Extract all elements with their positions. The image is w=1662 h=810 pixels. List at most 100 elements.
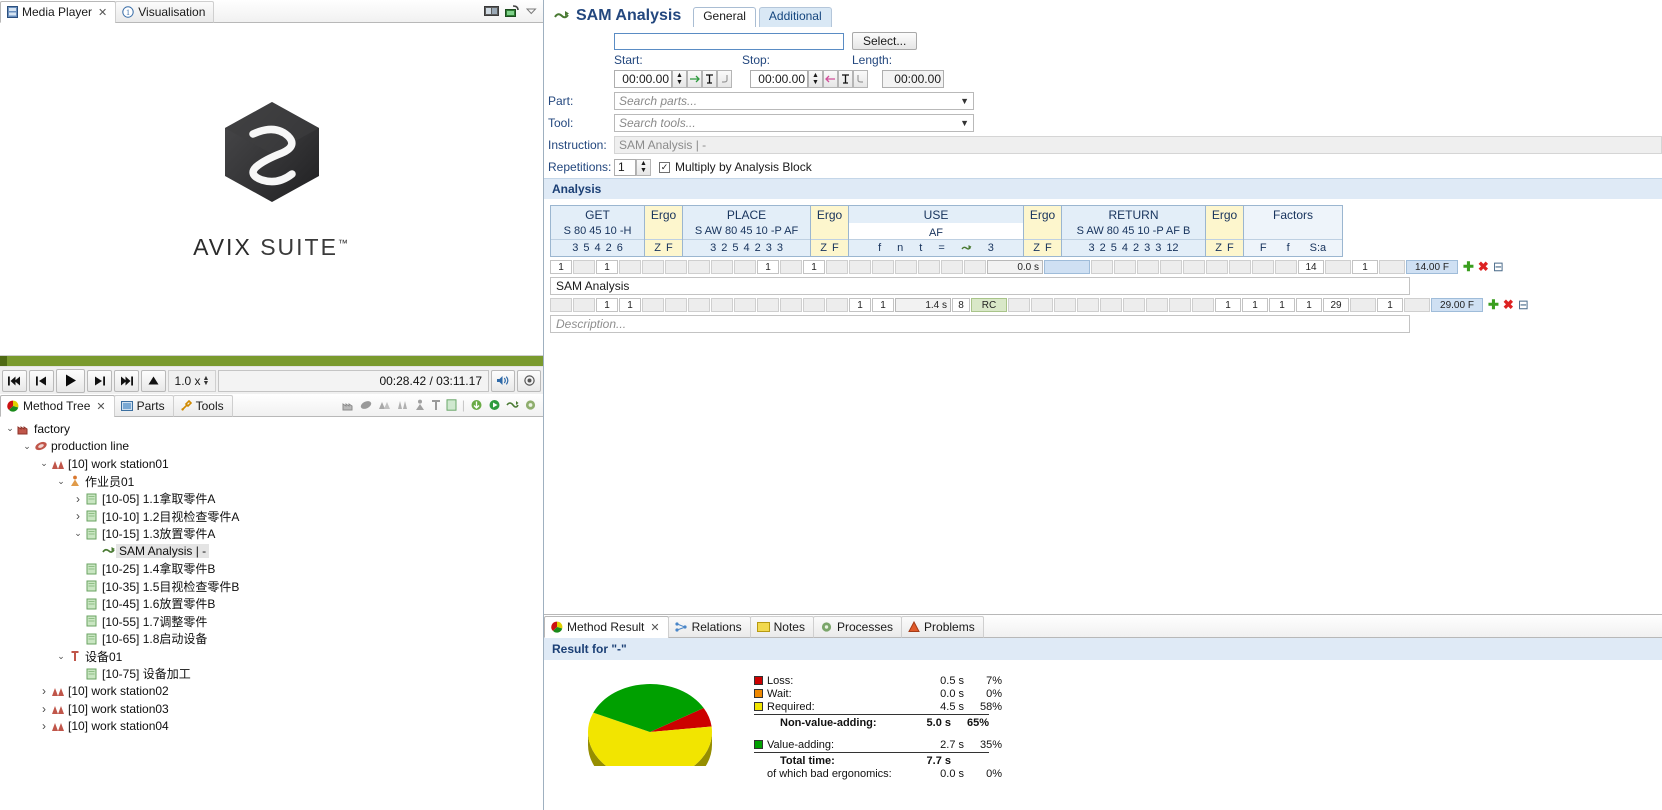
repetitions-spinner-icon[interactable]: ▲▼ xyxy=(636,159,651,176)
view-menu-icon[interactable] xyxy=(526,7,537,15)
skip-to-end-icon[interactable] xyxy=(114,370,139,392)
new-operator-icon[interactable] xyxy=(396,399,409,411)
grid-cell[interactable]: 29 xyxy=(1323,298,1349,312)
close-icon[interactable]: ✕ xyxy=(98,6,107,19)
grid-cell[interactable] xyxy=(711,298,733,312)
analysis-icon[interactable] xyxy=(506,399,519,411)
grid-cell[interactable] xyxy=(1404,298,1430,312)
tree-item[interactable]: ›[10] work station04 xyxy=(0,718,543,736)
timeline-scrub-bar[interactable] xyxy=(0,355,543,366)
multiply-checkbox[interactable]: ✓ xyxy=(659,162,670,173)
step-up-icon[interactable] xyxy=(141,370,166,392)
grid-cell[interactable]: 1 xyxy=(619,298,641,312)
add-icon[interactable]: ✚ xyxy=(1463,259,1474,275)
tab-relations[interactable]: Relations xyxy=(668,616,751,638)
new-line-icon[interactable] xyxy=(360,399,373,411)
row-description[interactable]: SAM Analysis xyxy=(550,277,1410,295)
grid-cell[interactable] xyxy=(1146,298,1168,312)
grid-cell[interactable] xyxy=(1252,260,1274,274)
grid-cell[interactable] xyxy=(642,260,664,274)
chevron-right-icon[interactable]: › xyxy=(38,719,50,733)
stop-spinner-icon[interactable]: ▲▼ xyxy=(808,70,823,88)
grid-cell[interactable] xyxy=(734,298,756,312)
grid-cell[interactable] xyxy=(619,260,641,274)
close-icon[interactable]: ✕ xyxy=(650,621,659,634)
import-icon[interactable] xyxy=(470,399,483,411)
chevron-down-icon[interactable]: ⌄ xyxy=(38,458,50,469)
grid-cell[interactable] xyxy=(780,260,802,274)
chevron-right-icon[interactable]: › xyxy=(38,702,50,716)
grid-cell[interactable] xyxy=(1160,260,1182,274)
tree-item[interactable]: SAM Analysis | - xyxy=(0,543,543,561)
tree-item[interactable]: ›[10] work station02 xyxy=(0,683,543,701)
start-set-from-video-icon[interactable] xyxy=(687,70,702,88)
new-factory-icon[interactable] xyxy=(342,399,355,411)
start-goto-icon[interactable] xyxy=(702,70,717,88)
grid-cell[interactable]: 1 xyxy=(1296,298,1322,312)
grid-cell[interactable] xyxy=(1054,298,1076,312)
chevron-right-icon[interactable]: › xyxy=(38,684,50,698)
grid-cell[interactable] xyxy=(964,260,986,274)
grid-cell[interactable]: 1 xyxy=(849,298,871,312)
select-button[interactable]: Select... xyxy=(852,32,917,50)
export-video-icon[interactable] xyxy=(505,5,520,17)
grid-cell[interactable] xyxy=(826,260,848,274)
stop-time-input[interactable]: 00:00.00 xyxy=(750,70,808,88)
grid-cell[interactable]: 1 xyxy=(872,298,894,312)
delete-icon[interactable]: ✖ xyxy=(1478,259,1489,275)
row-factor-value[interactable]: 29.00 F xyxy=(1431,298,1483,312)
collapse-icon[interactable]: ⊟ xyxy=(1493,259,1504,275)
grid-cell[interactable] xyxy=(1169,298,1191,312)
grid-cell[interactable] xyxy=(1137,260,1159,274)
grid-cell[interactable] xyxy=(688,298,710,312)
playback-speed-stepper[interactable]: 1.0 x ▲▼ xyxy=(168,370,216,392)
spinner-arrows-icon[interactable]: ▲▼ xyxy=(203,376,210,386)
chevron-down-icon[interactable]: ▼ xyxy=(960,118,969,128)
grid-cell[interactable] xyxy=(872,260,894,274)
tree-item[interactable]: ⌄production line xyxy=(0,438,543,456)
grid-cell[interactable] xyxy=(711,260,733,274)
grid-cell[interactable]: 1 xyxy=(1215,298,1241,312)
grid-cell[interactable]: 1 xyxy=(1352,260,1378,274)
stop-goto-icon[interactable] xyxy=(838,70,853,88)
tree-item[interactable]: [10-55] 1.7调整零件 xyxy=(0,613,543,631)
tree-item[interactable]: [10-75] 设备加工 xyxy=(0,665,543,683)
grid-cell[interactable]: 1 xyxy=(1377,298,1403,312)
tab-tools[interactable]: Tools xyxy=(173,395,233,417)
grid-cell[interactable] xyxy=(941,260,963,274)
grid-cell[interactable] xyxy=(1206,260,1228,274)
start-time-input[interactable]: 00:00.00 xyxy=(614,70,672,88)
settings-icon[interactable] xyxy=(524,399,537,411)
grid-cell[interactable]: 1 xyxy=(757,260,779,274)
record-icon[interactable] xyxy=(517,370,541,392)
grid-cell[interactable] xyxy=(826,298,848,312)
grid-cell[interactable] xyxy=(1229,260,1251,274)
skip-to-start-icon[interactable] xyxy=(2,370,27,392)
row-marker[interactable]: 8 xyxy=(952,298,970,312)
tree-item[interactable]: ⌄factory xyxy=(0,420,543,438)
grid-cell[interactable] xyxy=(573,298,595,312)
new-station-icon[interactable] xyxy=(378,399,391,411)
tool-combo[interactable]: Search tools... ▼ xyxy=(614,114,974,132)
grid-cell[interactable] xyxy=(1100,298,1122,312)
new-operation-icon[interactable] xyxy=(446,399,457,411)
tab-general[interactable]: General xyxy=(693,7,756,27)
grid-cell[interactable] xyxy=(734,260,756,274)
collapse-icon[interactable]: ⊟ xyxy=(1518,297,1529,313)
tree-item[interactable]: ⌄设备01 xyxy=(0,648,543,666)
tree-item[interactable]: [10-25] 1.4拿取零件B xyxy=(0,560,543,578)
next-frame-icon[interactable] xyxy=(87,370,112,392)
part-combo[interactable]: Search parts... ▼ xyxy=(614,92,974,110)
new-person-icon[interactable] xyxy=(414,399,426,411)
grid-cell[interactable] xyxy=(573,260,595,274)
tab-problems[interactable]: Problems xyxy=(901,616,984,638)
grid-cell[interactable] xyxy=(1077,298,1099,312)
tree-item[interactable]: [10-45] 1.6放置零件B xyxy=(0,595,543,613)
tab-media-player[interactable]: Media Player ✕ xyxy=(0,1,116,23)
delete-icon[interactable]: ✖ xyxy=(1503,297,1514,313)
add-icon[interactable]: ✚ xyxy=(1488,297,1499,313)
grid-cell[interactable]: 1 xyxy=(596,260,618,274)
chevron-down-icon[interactable]: ⌄ xyxy=(55,651,67,662)
chevron-down-icon[interactable]: ⌄ xyxy=(55,476,67,487)
repetitions-input[interactable]: 1 xyxy=(614,159,636,176)
